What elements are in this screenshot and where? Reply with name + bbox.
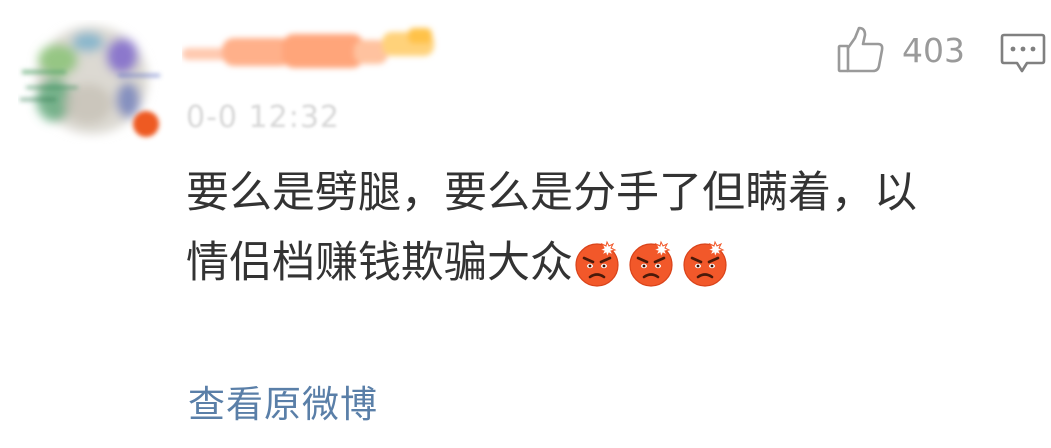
emoji-group [573, 239, 729, 287]
angry-emoji-icon [629, 240, 673, 287]
angry-emoji-icon [575, 240, 619, 287]
like-count: 403 [902, 30, 965, 70]
avatar-image [20, 26, 160, 137]
view-original-link[interactable]: 查看原微博 [188, 374, 378, 428]
comment-text-line1: 要么是劈腿，要么是分手了但瞒着，以 [186, 168, 917, 218]
angry-emoji-icon [683, 240, 727, 287]
thumbs-up-icon [837, 26, 884, 73]
avatar-badge [133, 111, 159, 137]
username[interactable] [182, 22, 452, 82]
comment-text-line2: 情侣档赚钱欺骗大众 [186, 238, 573, 288]
username-blurred [182, 28, 434, 68]
comment-text: 要么是劈腿，要么是分手了但瞒着，以 情侣档赚钱欺骗大众 [186, 158, 1026, 298]
comment-timestamp: 0-0 12:32 [186, 100, 340, 135]
like-button[interactable]: 403 [836, 24, 965, 76]
comment-icon[interactable] [1000, 32, 1046, 74]
avatar[interactable] [18, 20, 166, 144]
